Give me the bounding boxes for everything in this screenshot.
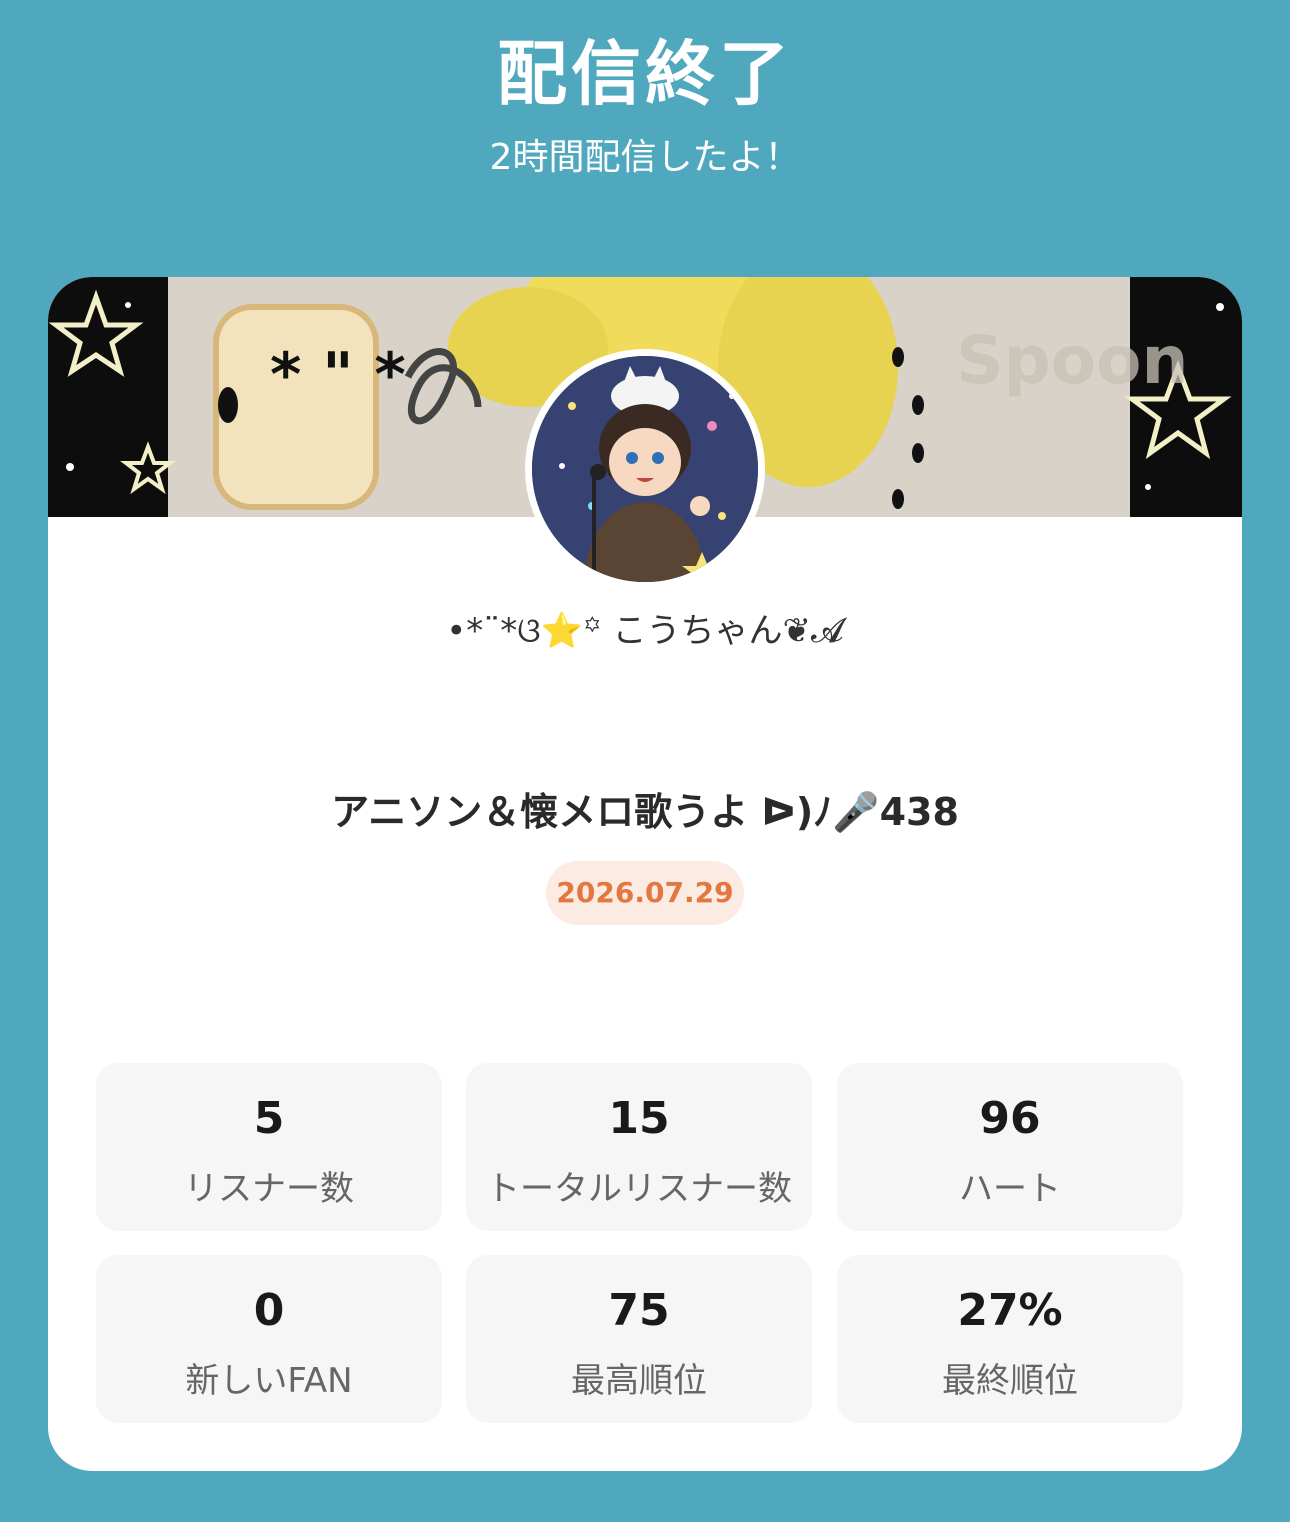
- page-title: 配信終了: [497, 33, 793, 115]
- stat-value: 75: [608, 1285, 670, 1336]
- date-badge: 2026.07.29: [546, 861, 744, 925]
- live-title: アニソン＆懐メロ歌うよ ᐅ)ﾉ🎤438: [331, 790, 959, 834]
- stat-label: トータルリスナー数: [486, 1169, 792, 1209]
- stat-total-listeners: 15 トータルリスナー数: [466, 1063, 812, 1231]
- stat-label: ハート: [959, 1169, 1061, 1209]
- stat-label: 新しいFAN: [185, 1361, 353, 1401]
- stat-listeners: 5 リスナー数: [96, 1063, 442, 1231]
- stat-hearts: 96 ハート: [837, 1063, 1183, 1231]
- svg-text:* " *: * " *: [270, 340, 406, 410]
- username: •*¨*ଓ⭐️꙳ こうちゃん❦𝓐: [446, 611, 844, 651]
- stat-label: 最終順位: [942, 1361, 1078, 1401]
- stat-new-fans: 0 新しいFAN: [96, 1255, 442, 1423]
- stat-label: リスナー数: [184, 1169, 354, 1209]
- stat-value: 15: [608, 1093, 670, 1144]
- page-subtitle: 2時間配信したよ！: [489, 137, 801, 178]
- summary-card: * " * Spoon •*¨*ଓ⭐️꙳ こうちゃん❦𝓐 アニソン＆懐メロ歌うよ…: [48, 277, 1242, 1471]
- stat-value: 5: [253, 1093, 285, 1144]
- stat-best-rank: 75 最高順位: [466, 1255, 812, 1423]
- stat-value: 27%: [957, 1285, 1063, 1336]
- stat-final-rank: 27% 最終順位: [837, 1255, 1183, 1423]
- avatar[interactable]: [525, 349, 765, 589]
- watermark-text: Spoon: [956, 322, 1188, 399]
- stat-label: 最高順位: [571, 1361, 707, 1401]
- stat-value: 96: [979, 1093, 1041, 1144]
- stat-value: 0: [253, 1285, 285, 1336]
